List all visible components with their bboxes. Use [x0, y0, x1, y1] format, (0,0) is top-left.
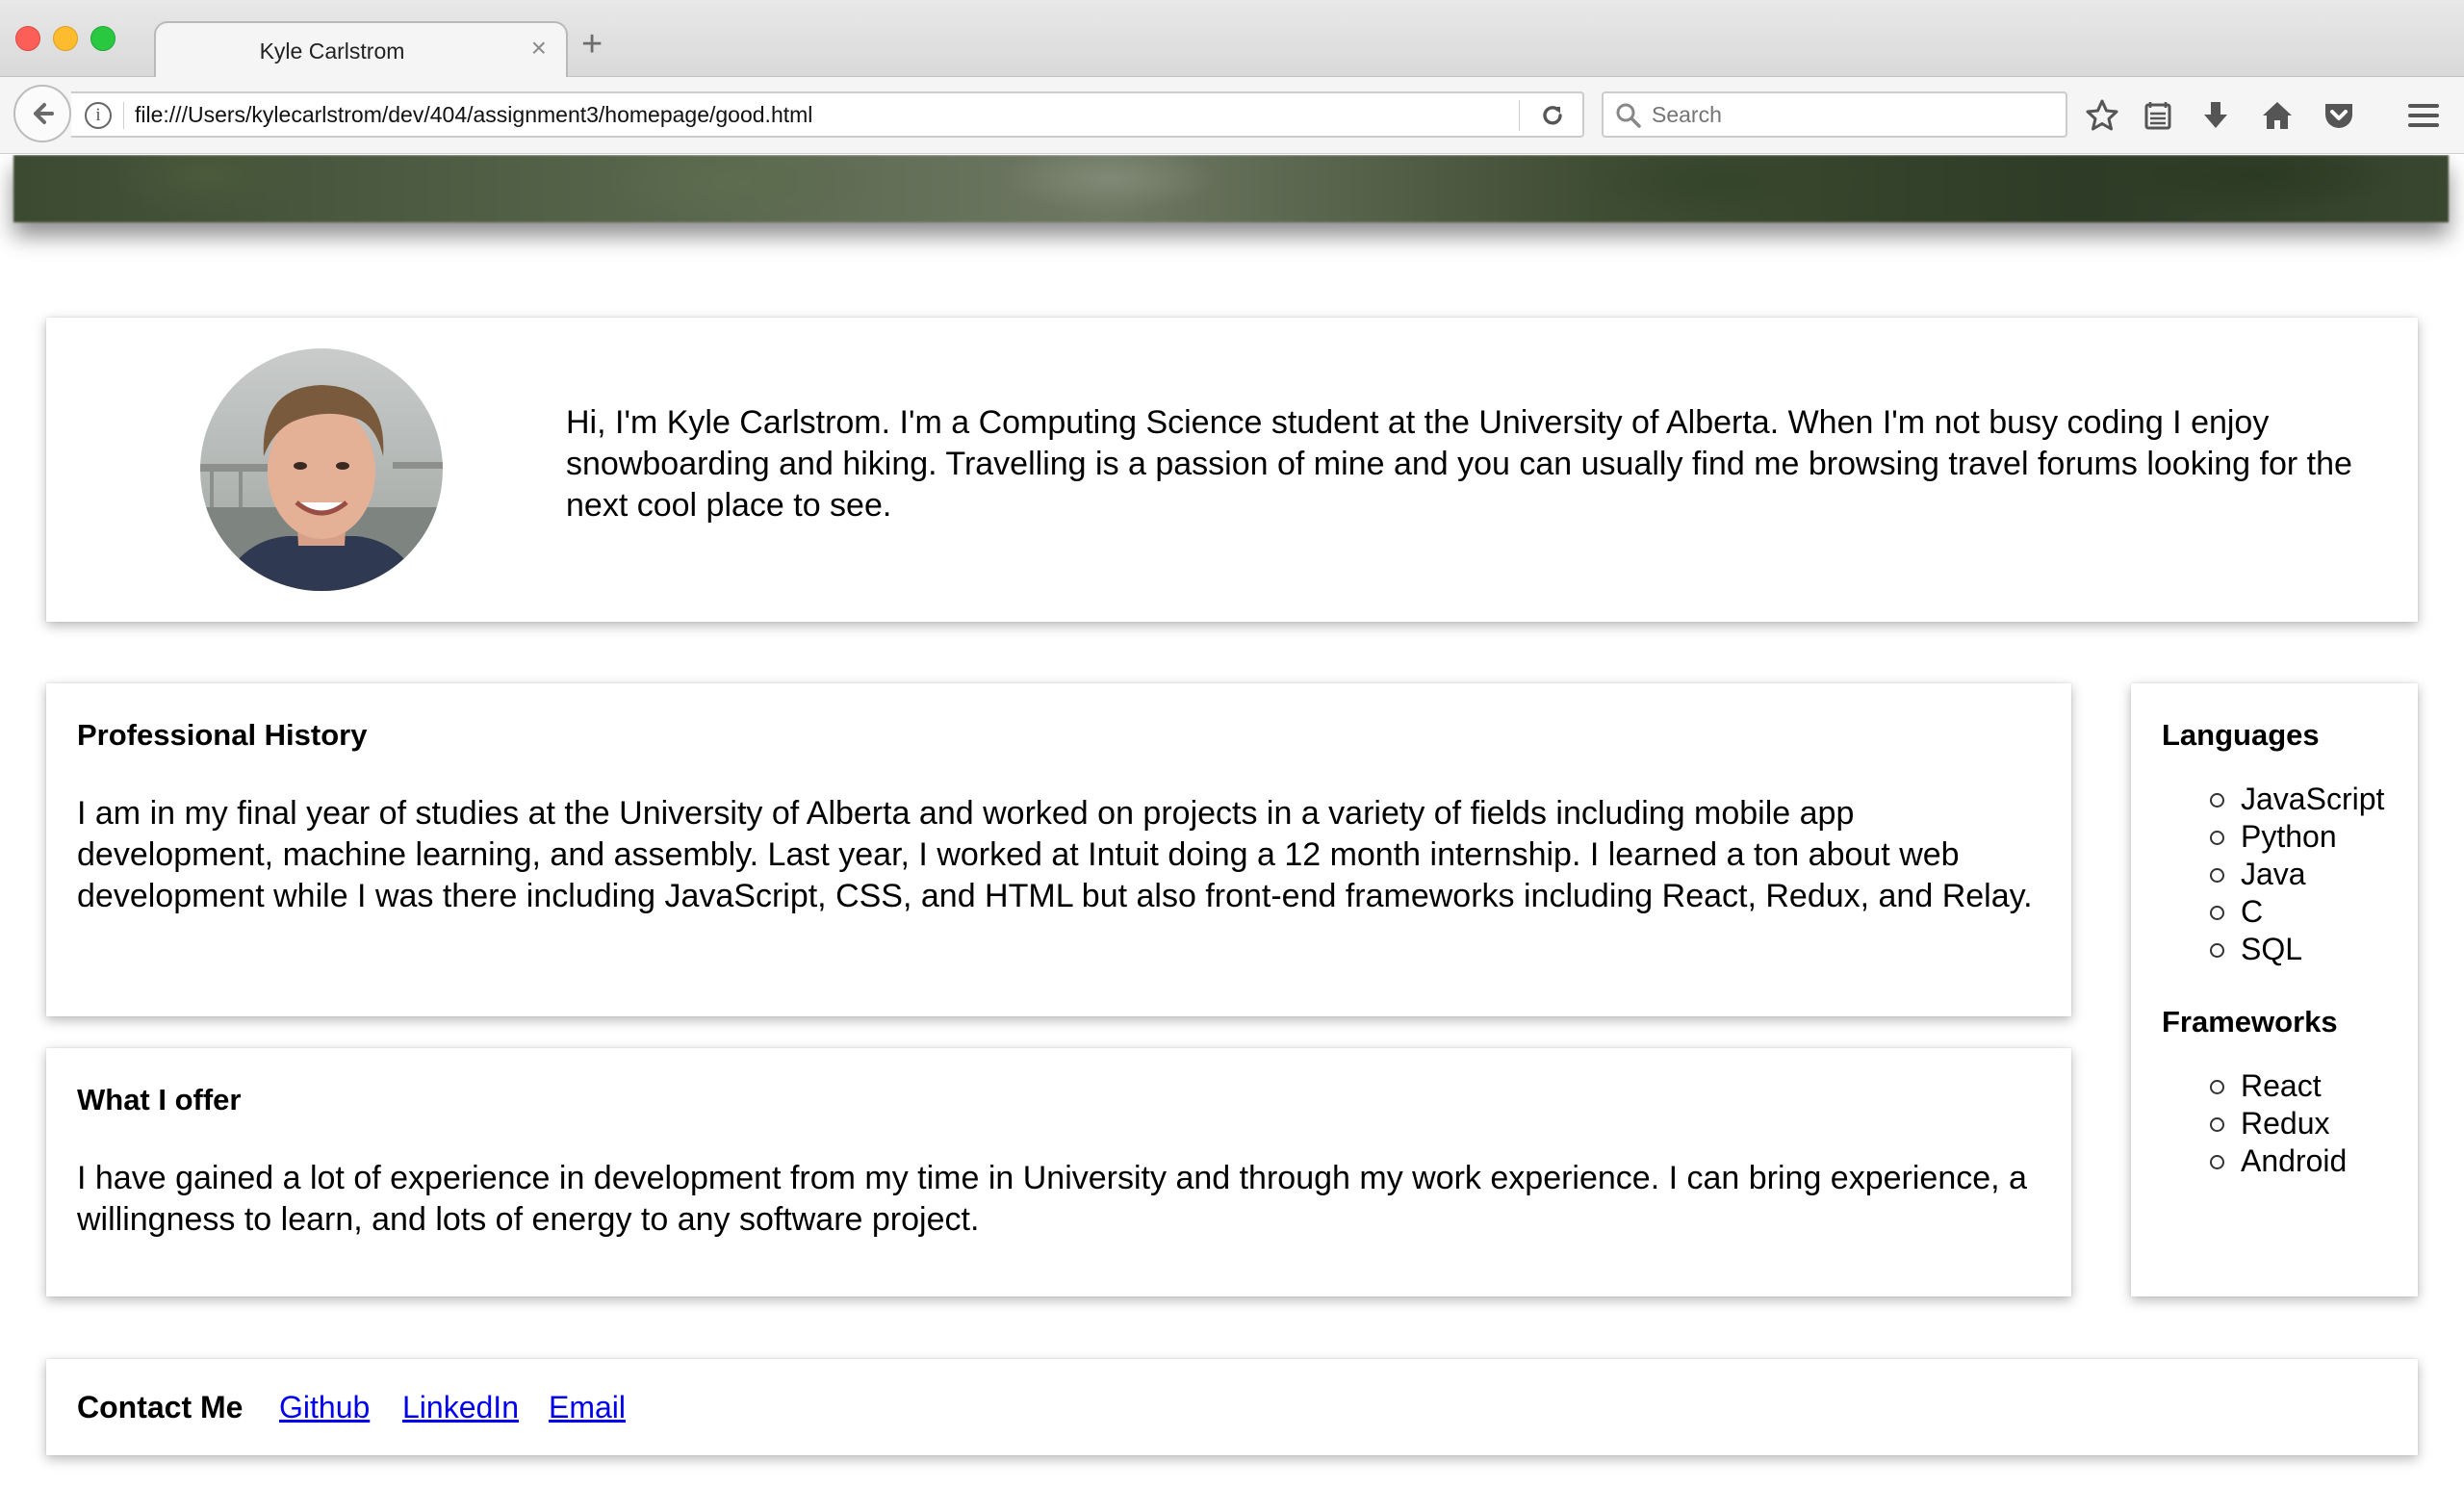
skills-card: Languages JavaScript Python Java C SQL F…: [2131, 683, 2418, 1296]
tab-title: Kyle Carlstrom: [259, 38, 405, 64]
language-label: JavaScript: [2241, 782, 2385, 816]
intro-text: Hi, I'm Kyle Carlstrom. I'm a Computing …: [566, 404, 2352, 524]
close-window-button[interactable]: [15, 26, 40, 51]
bullet-icon: [2210, 906, 2224, 920]
email-link[interactable]: Email: [549, 1390, 626, 1425]
contact-title: Contact Me: [77, 1390, 244, 1424]
professional-history-title: Professional History: [77, 718, 368, 752]
language-label: Java: [2241, 857, 2306, 891]
back-button[interactable]: [13, 85, 71, 142]
zoom-window-button[interactable]: [90, 26, 116, 51]
bullet-icon: [2210, 1117, 2224, 1132]
home-icon[interactable]: [2256, 94, 2298, 137]
list-item: SQL: [2162, 931, 2384, 968]
professional-history-text: I am in my final year of studies at the …: [77, 795, 2033, 914]
pocket-icon[interactable]: [2318, 94, 2360, 137]
linkedin-link[interactable]: LinkedIn: [402, 1390, 519, 1425]
list-item: React: [2162, 1067, 2347, 1105]
what-i-offer-text: I have gained a lot of experience in dev…: [77, 1160, 2027, 1238]
bullet-icon: [2210, 868, 2224, 883]
back-arrow-icon: [34, 103, 54, 124]
download-icon[interactable]: [2194, 94, 2237, 137]
bookmark-star-icon[interactable]: [2081, 94, 2123, 137]
list-item: Java: [2162, 856, 2384, 893]
search-icon: [1616, 103, 1641, 128]
frameworks-list: React Redux Android: [2162, 1067, 2347, 1180]
languages-title: Languages: [2162, 718, 2320, 752]
page-viewport: Hi, I'm Kyle Carlstrom. I'm a Computing …: [0, 155, 2464, 1488]
bullet-icon: [2210, 943, 2224, 958]
list-item: Android: [2162, 1142, 2347, 1180]
framework-label: Android: [2241, 1143, 2348, 1178]
hamburger-menu-icon[interactable]: [2402, 94, 2445, 137]
frameworks-title: Frameworks: [2162, 1005, 2338, 1039]
browser-window: Kyle Carlstrom × + i file:///Users/kylec…: [0, 0, 2464, 1488]
languages-list: JavaScript Python Java C SQL: [2162, 781, 2384, 968]
list-item: C: [2162, 893, 2384, 931]
bullet-icon: [2210, 831, 2224, 845]
url-divider-right: [1519, 100, 1520, 131]
list-item: JavaScript: [2162, 781, 2384, 818]
minimize-window-button[interactable]: [53, 26, 78, 51]
professional-history-card: Professional History I am in my final ye…: [46, 683, 2071, 1016]
language-label: C: [2241, 894, 2264, 929]
header-banner-image: [13, 155, 2449, 222]
list-item: Redux: [2162, 1105, 2347, 1142]
reload-icon[interactable]: [1538, 101, 1567, 130]
github-link[interactable]: Github: [279, 1390, 370, 1425]
tab-close-icon[interactable]: ×: [531, 33, 547, 64]
what-i-offer-title: What I offer: [77, 1083, 242, 1116]
reading-list-icon[interactable]: [2137, 94, 2179, 137]
avatar: [200, 348, 443, 591]
framework-label: React: [2241, 1068, 2322, 1103]
what-i-offer-card: What I offer I have gained a lot of expe…: [46, 1048, 2071, 1296]
search-input[interactable]: [1652, 99, 2056, 130]
language-label: Python: [2241, 819, 2337, 854]
bullet-icon: [2210, 1155, 2224, 1169]
url-divider: [123, 102, 124, 129]
url-bar[interactable]: i file:///Users/kylecarlstrom/dev/404/as…: [71, 91, 1584, 138]
browser-tab[interactable]: Kyle Carlstrom ×: [154, 21, 568, 79]
info-icon[interactable]: i: [85, 102, 112, 129]
tab-bar: Kyle Carlstrom × +: [0, 0, 2464, 79]
new-tab-button[interactable]: +: [581, 26, 603, 63]
bullet-icon: [2210, 1080, 2224, 1094]
language-label: SQL: [2241, 932, 2303, 966]
url-text[interactable]: file:///Users/kylecarlstrom/dev/404/assi…: [135, 102, 812, 128]
bullet-icon: [2210, 793, 2224, 808]
search-bar[interactable]: [1602, 91, 2067, 138]
navigation-bar: i file:///Users/kylecarlstrom/dev/404/as…: [0, 77, 2464, 154]
contact-card: Contact Me Github LinkedIn Email: [46, 1359, 2418, 1455]
framework-label: Redux: [2241, 1106, 2330, 1141]
list-item: Python: [2162, 818, 2384, 856]
intro-card: Hi, I'm Kyle Carlstrom. I'm a Computing …: [46, 318, 2418, 622]
